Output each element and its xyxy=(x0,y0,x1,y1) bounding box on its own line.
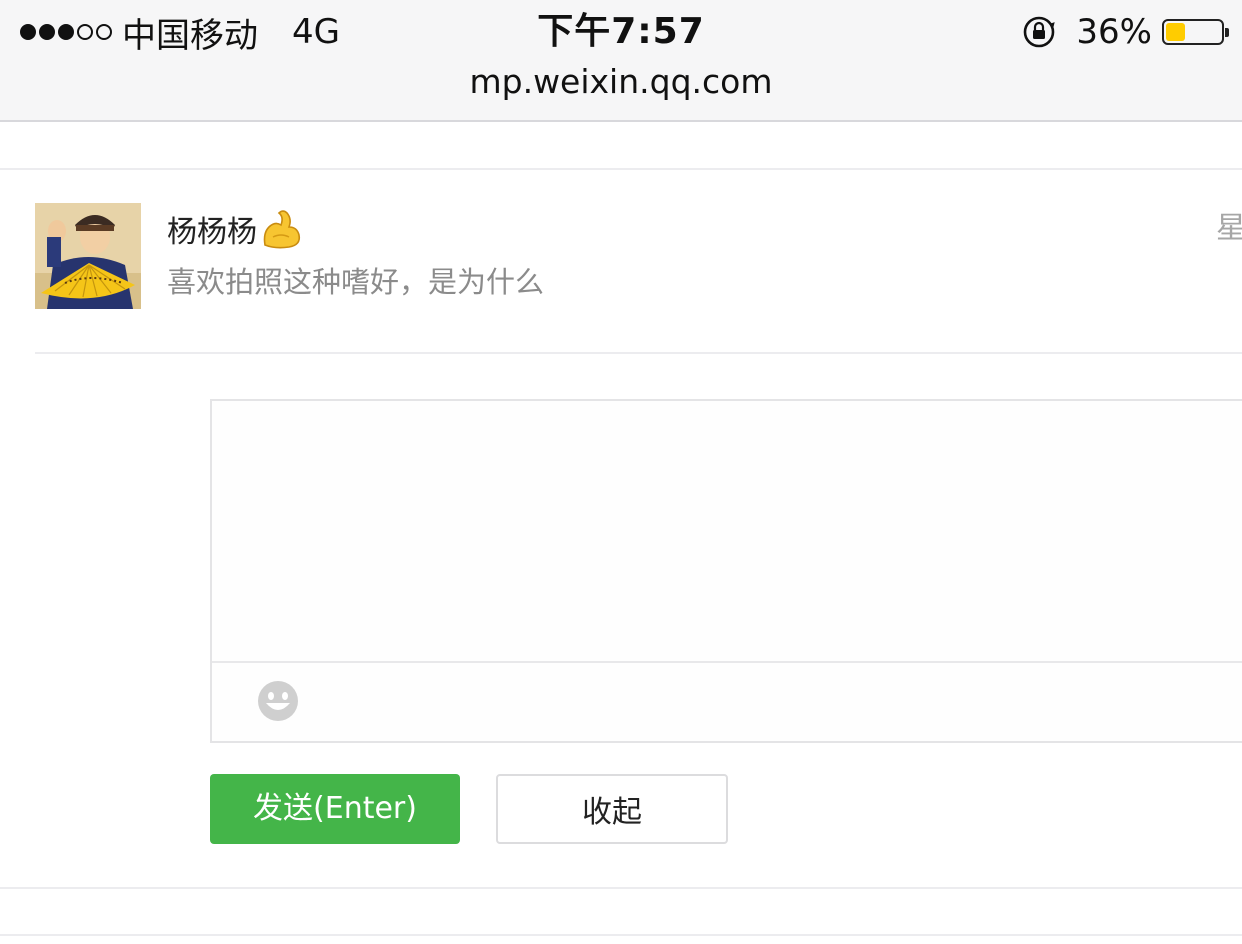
comment-username: 杨杨杨 xyxy=(167,206,303,252)
divider xyxy=(0,934,1242,936)
collapse-button[interactable]: 收起 xyxy=(496,774,728,844)
divider xyxy=(0,887,1242,889)
reply-toolbar-divider xyxy=(212,661,1242,663)
comment-date: 星 xyxy=(1216,211,1242,246)
username-text: 杨杨杨 xyxy=(167,215,257,250)
send-button[interactable]: 发送(Enter) xyxy=(210,774,460,844)
smiley-icon[interactable] xyxy=(256,679,300,723)
browser-status-bar: 中国移动 4G 下午7:57 36% mp.weixin.qq.com xyxy=(0,0,1242,122)
battery-icon xyxy=(1162,19,1229,45)
battery-percent: 36% xyxy=(1076,12,1152,52)
rotation-lock-icon xyxy=(1024,16,1056,48)
muscle-icon xyxy=(263,210,301,249)
battery-level-fill xyxy=(1166,23,1186,41)
avatar[interactable] xyxy=(35,203,141,309)
reply-textarea[interactable] xyxy=(212,401,1242,661)
divider xyxy=(35,352,1242,354)
comment-message: 喜欢拍照这种嗜好，是为什么 xyxy=(167,265,545,299)
divider xyxy=(0,168,1242,170)
address-bar-url[interactable]: mp.weixin.qq.com xyxy=(0,58,1242,106)
reply-editor xyxy=(210,399,1242,743)
status-right: 36% xyxy=(1022,8,1229,56)
avatar-image xyxy=(35,203,141,309)
